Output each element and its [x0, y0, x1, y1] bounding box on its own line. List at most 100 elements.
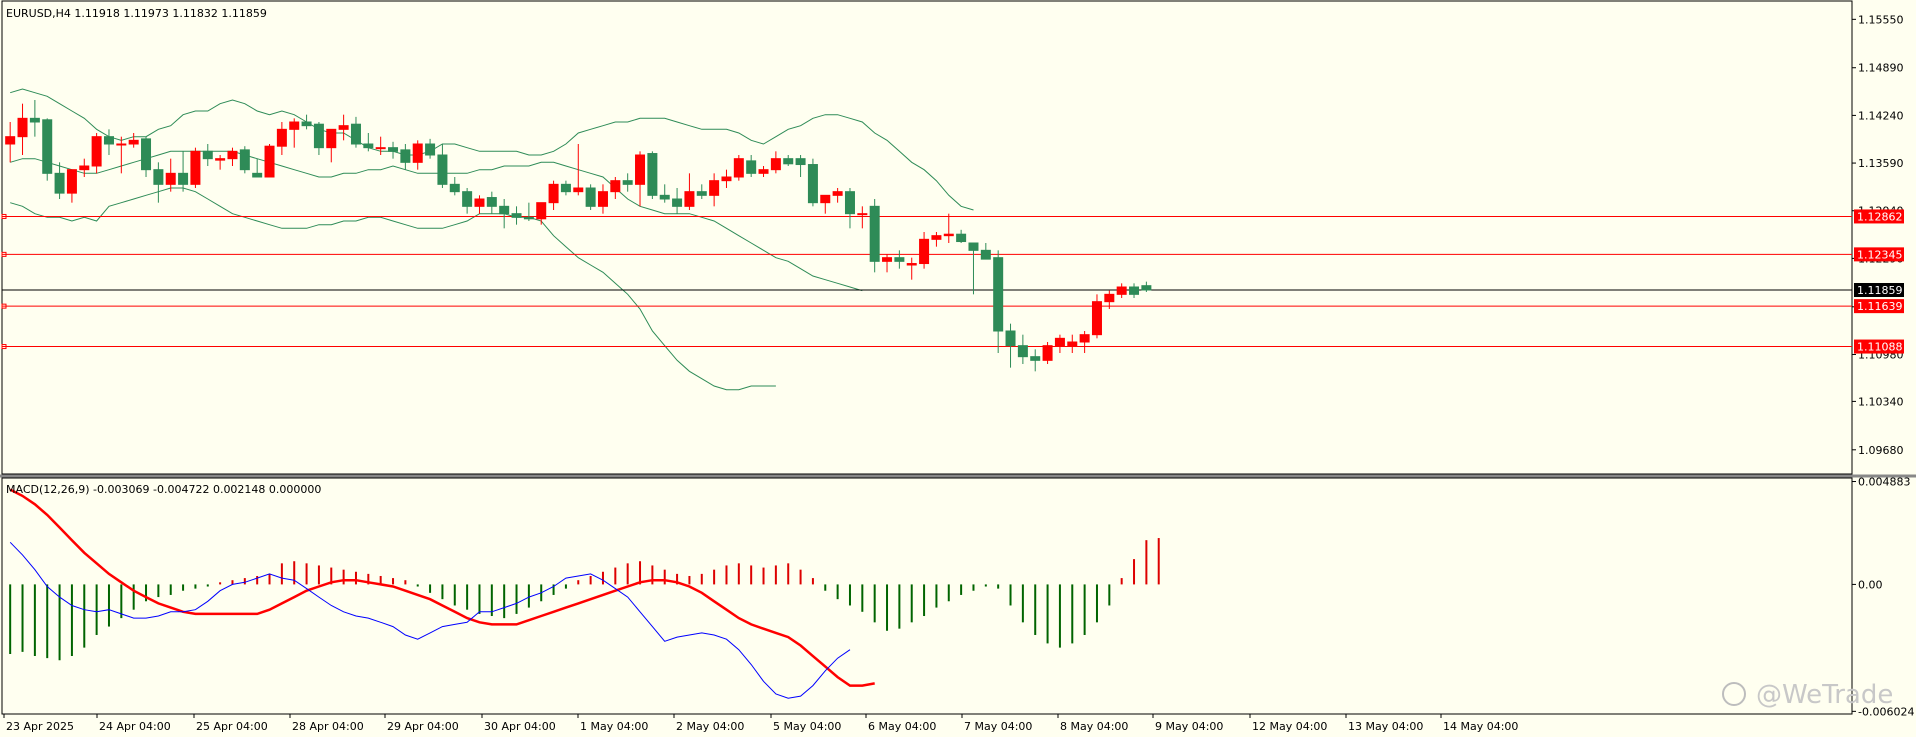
candlestick-series	[5, 100, 1152, 372]
time-tick-label: 8 May 04:00	[1060, 720, 1128, 733]
candle-body	[709, 180, 720, 196]
candle	[1030, 349, 1041, 372]
metatrader-chart-window[interactable]: 1.155501.148901.142401.135901.129401.122…	[0, 0, 1916, 737]
candle	[783, 155, 794, 166]
candle	[906, 257, 917, 280]
candle-body	[1017, 345, 1028, 358]
candle-body	[857, 213, 868, 216]
candle	[1042, 342, 1053, 364]
candle-body	[178, 172, 189, 185]
time-tick-label: 12 May 04:00	[1252, 720, 1327, 733]
candle	[1067, 334, 1078, 353]
candle-body	[684, 191, 695, 207]
candle	[437, 144, 448, 188]
candle	[474, 195, 485, 214]
candle-body	[165, 172, 176, 185]
candle	[79, 158, 90, 177]
candle-body	[844, 191, 855, 215]
candle-body	[264, 145, 275, 178]
macd-tick-label: 0.004883	[1858, 476, 1911, 489]
candle	[165, 158, 176, 192]
candle-body	[746, 160, 757, 174]
time-axis[interactable]: 23 Apr 2025 24 Apr 04:00 25 Apr 04:00 28 Ap…	[3, 714, 1518, 733]
candle	[301, 114, 312, 130]
candle	[499, 199, 510, 229]
candle-body	[869, 205, 880, 262]
candle	[350, 116, 361, 148]
macd-panel-frame	[1, 477, 1853, 715]
candle-body	[326, 128, 337, 149]
candle	[560, 180, 571, 196]
band-lower-line	[10, 187, 776, 391]
candle-body	[449, 183, 460, 193]
candle	[313, 122, 324, 155]
candle	[29, 100, 40, 137]
candle	[770, 151, 781, 174]
candle	[511, 206, 522, 225]
candle	[1129, 283, 1140, 298]
candle-body	[412, 143, 423, 163]
candle	[1079, 331, 1090, 353]
candle	[622, 173, 633, 192]
candle-body	[721, 176, 732, 182]
candle	[647, 151, 658, 199]
price-tick-label: 1.14240	[1858, 109, 1904, 122]
candle-body	[523, 216, 534, 220]
time-tick-label: 14 May 04:00	[1443, 720, 1518, 733]
candle	[548, 180, 559, 210]
candle	[153, 162, 164, 203]
time-tick-label: 29 Apr 04:00	[387, 720, 459, 733]
candle	[684, 173, 695, 210]
candle-body	[1104, 293, 1115, 303]
time-tick-label: 9 May 04:00	[1155, 720, 1223, 733]
candle-body	[252, 172, 263, 178]
macd-indicator	[9, 488, 1160, 699]
horizontal-levels	[1, 213, 1852, 350]
candle	[956, 229, 967, 243]
candle-body	[1141, 285, 1152, 291]
candle-body	[388, 147, 399, 152]
candle	[462, 188, 473, 214]
candle	[449, 177, 460, 196]
price-panel-frame	[1, 0, 1853, 475]
candle	[807, 158, 818, 207]
candle	[178, 151, 189, 192]
candle	[635, 151, 646, 207]
candle-body	[227, 150, 238, 160]
candle	[1017, 334, 1028, 364]
candle	[116, 136, 127, 174]
candle-body	[1116, 286, 1127, 295]
chart-canvas[interactable]: 1.155501.148901.142401.135901.129401.122…	[0, 0, 1916, 737]
time-tick-label: 6 May 04:00	[868, 720, 936, 733]
candle	[709, 173, 720, 207]
candle-body	[1005, 330, 1016, 347]
candle	[289, 118, 300, 148]
candle-body	[425, 143, 436, 156]
candle	[5, 122, 16, 163]
price-axis[interactable]: 1.155501.148901.142401.135901.129401.122…	[1852, 13, 1904, 457]
time-tick-label: 25 Apr 04:00	[196, 720, 268, 733]
candle-body	[511, 213, 522, 218]
candle	[659, 184, 670, 203]
candle	[412, 140, 423, 170]
candle	[672, 188, 683, 214]
candle	[1005, 323, 1016, 368]
candle	[103, 129, 114, 155]
candle-body	[733, 158, 744, 178]
candle	[375, 136, 386, 155]
level-price-label: 1.11639	[1857, 300, 1903, 313]
candle-body	[906, 263, 917, 266]
macd-main-line	[9, 541, 851, 699]
price-tick-label: 1.13590	[1858, 157, 1904, 170]
candle	[795, 155, 806, 177]
candle	[264, 144, 275, 178]
candle-body	[659, 194, 670, 200]
candle-body	[882, 257, 893, 262]
candle-body	[1030, 356, 1041, 361]
candle-body	[610, 180, 621, 193]
candle	[894, 250, 905, 269]
candle-body	[573, 187, 584, 193]
candle-body	[585, 187, 596, 207]
candle	[820, 194, 831, 214]
candle-body	[943, 233, 954, 237]
